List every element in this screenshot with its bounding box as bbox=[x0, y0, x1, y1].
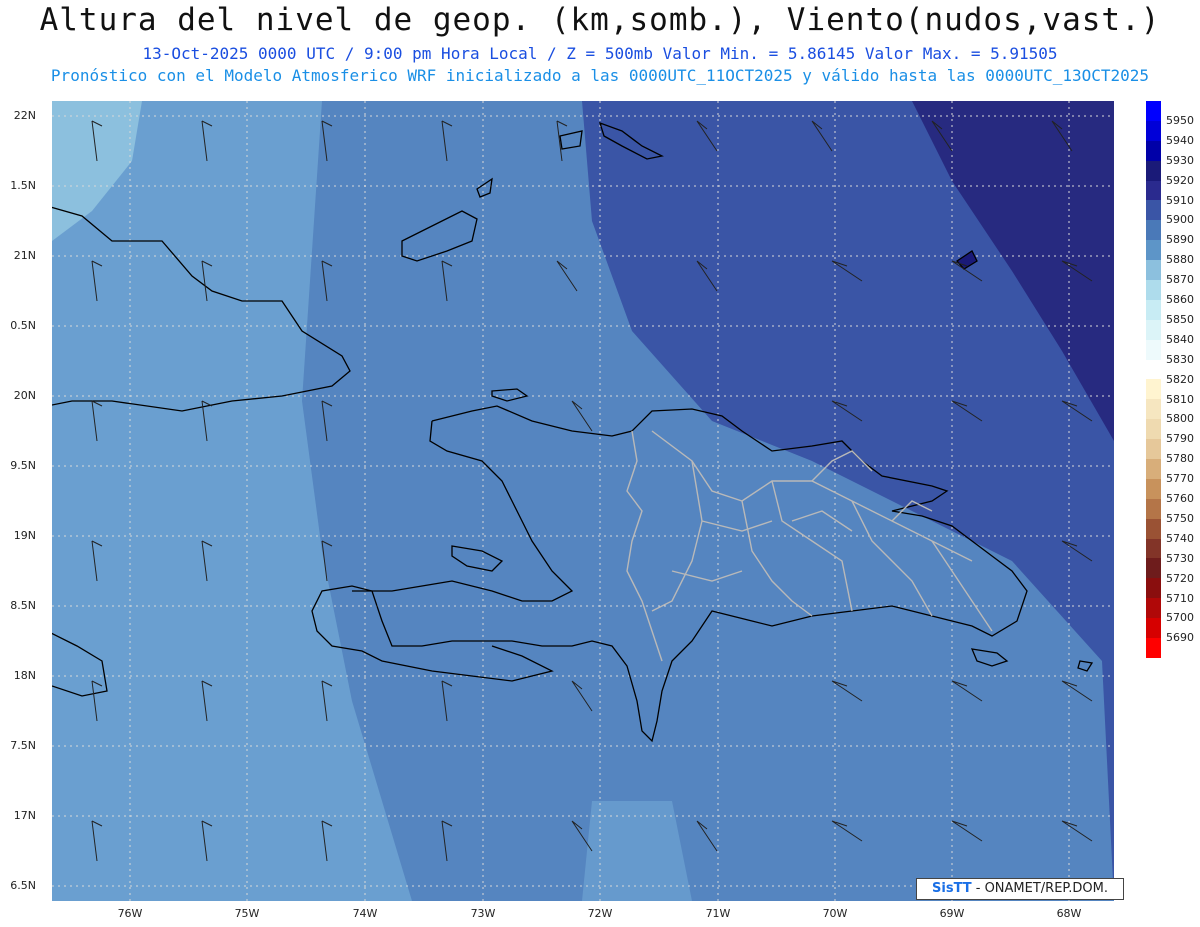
colorbar-label: 5830 bbox=[1166, 352, 1194, 366]
colorbar-swatch bbox=[1146, 518, 1161, 539]
colorbar-label: 5750 bbox=[1166, 511, 1194, 525]
colorbar-swatch bbox=[1146, 578, 1161, 599]
lon-label: 68W bbox=[1056, 907, 1082, 920]
colorbar-swatch bbox=[1146, 339, 1161, 360]
lat-label: 17N bbox=[13, 809, 36, 822]
lat-label: 18N bbox=[13, 669, 36, 682]
lat-label: 9.5N bbox=[10, 459, 36, 472]
colorbar-label: 5710 bbox=[1166, 591, 1194, 605]
colorbar-swatch bbox=[1146, 558, 1161, 579]
colorbar-label: 5800 bbox=[1166, 412, 1194, 426]
colorbar-swatch bbox=[1146, 260, 1161, 281]
colorbar-swatch bbox=[1146, 140, 1161, 161]
colorbar-label: 5730 bbox=[1166, 551, 1194, 565]
colorbar-swatch bbox=[1146, 638, 1161, 658]
colorbar-label: 5780 bbox=[1166, 452, 1194, 466]
lat-label: 6.5N bbox=[10, 879, 36, 892]
colorbar bbox=[1146, 101, 1161, 658]
colorbar-swatch bbox=[1146, 220, 1161, 241]
colorbar-swatch bbox=[1146, 120, 1161, 141]
lon-label: 75W bbox=[234, 907, 260, 920]
colorbar-label: 5850 bbox=[1166, 312, 1194, 326]
colorbar-swatch bbox=[1146, 439, 1161, 460]
geopotential-map bbox=[52, 101, 1114, 901]
colorbar-label: 5950 bbox=[1166, 113, 1194, 127]
credit-sis: SisTT bbox=[932, 881, 972, 896]
colorbar-label: 5760 bbox=[1166, 492, 1194, 505]
colorbar-swatch bbox=[1146, 419, 1161, 440]
colorbar-swatch bbox=[1146, 299, 1161, 320]
colorbar-label: 5790 bbox=[1166, 432, 1194, 446]
credit-text: - ONAMET/REP.DOM. bbox=[975, 881, 1108, 896]
colorbar-swatch bbox=[1146, 598, 1161, 619]
colorbar-label: 5860 bbox=[1166, 293, 1194, 306]
colorbar-swatch bbox=[1146, 280, 1161, 300]
lat-label: 22N bbox=[13, 109, 36, 122]
colorbar-label: 5900 bbox=[1166, 213, 1194, 227]
colorbar-swatch bbox=[1146, 459, 1161, 479]
colorbar-swatch bbox=[1146, 399, 1161, 420]
lon-label: 69W bbox=[939, 907, 965, 920]
lat-label: 8.5N bbox=[10, 599, 36, 612]
lon-label: 70W bbox=[822, 907, 848, 920]
lat-label: 1.5N bbox=[10, 179, 36, 192]
colorbar-label: 5820 bbox=[1166, 372, 1194, 386]
lat-label: 20N bbox=[13, 389, 36, 402]
colorbar-swatch bbox=[1146, 359, 1161, 380]
lon-label: 71W bbox=[705, 907, 731, 920]
lat-label: 19N bbox=[13, 529, 36, 542]
colorbar-swatch bbox=[1146, 180, 1161, 201]
colorbar-label: 5740 bbox=[1166, 531, 1194, 545]
chart-subtitle-model: Pronóstico con el Modelo Atmosferico WRF… bbox=[50, 66, 1150, 85]
colorbar-label: 5770 bbox=[1166, 472, 1194, 486]
colorbar-label: 5930 bbox=[1166, 153, 1194, 167]
colorbar-label: 5940 bbox=[1166, 133, 1194, 147]
colorbar-label: 5720 bbox=[1166, 571, 1194, 585]
lon-label: 76W bbox=[117, 907, 143, 920]
credit-box: SisTT - ONAMET/REP.DOM. bbox=[916, 878, 1124, 900]
colorbar-label: 5690 bbox=[1166, 631, 1194, 645]
lat-label: 7.5N bbox=[10, 739, 36, 752]
colorbar-swatch bbox=[1146, 240, 1161, 261]
lon-label: 72W bbox=[587, 907, 613, 920]
colorbar-swatch bbox=[1146, 538, 1161, 559]
colorbar-label: 5870 bbox=[1166, 273, 1194, 287]
colorbar-label: 5880 bbox=[1166, 253, 1194, 267]
lat-label: 0.5N bbox=[10, 319, 36, 332]
lon-label: 73W bbox=[470, 907, 496, 920]
lon-label: 74W bbox=[352, 907, 378, 920]
colorbar-swatch bbox=[1146, 618, 1161, 639]
colorbar-label: 5810 bbox=[1166, 392, 1194, 406]
colorbar-swatch bbox=[1146, 101, 1161, 121]
lat-label: 21N bbox=[13, 249, 36, 262]
colorbar-swatch bbox=[1146, 160, 1161, 181]
colorbar-label: 5890 bbox=[1166, 233, 1194, 247]
chart-subtitle-time: 13-Oct-2025 0000 UTC / 9:00 pm Hora Loca… bbox=[142, 44, 1058, 63]
colorbar-label: 5700 bbox=[1166, 611, 1194, 625]
colorbar-swatch bbox=[1146, 200, 1161, 221]
colorbar-swatch bbox=[1146, 379, 1161, 400]
chart-title: Altura del nivel de geop. (km,somb.), Vi… bbox=[39, 2, 1161, 38]
colorbar-label: 5840 bbox=[1166, 332, 1194, 346]
colorbar-label: 5910 bbox=[1166, 193, 1194, 207]
colorbar-label: 5920 bbox=[1166, 173, 1194, 187]
colorbar-swatch bbox=[1146, 498, 1161, 519]
colorbar-swatch bbox=[1146, 319, 1161, 340]
colorbar-swatch bbox=[1146, 478, 1161, 499]
